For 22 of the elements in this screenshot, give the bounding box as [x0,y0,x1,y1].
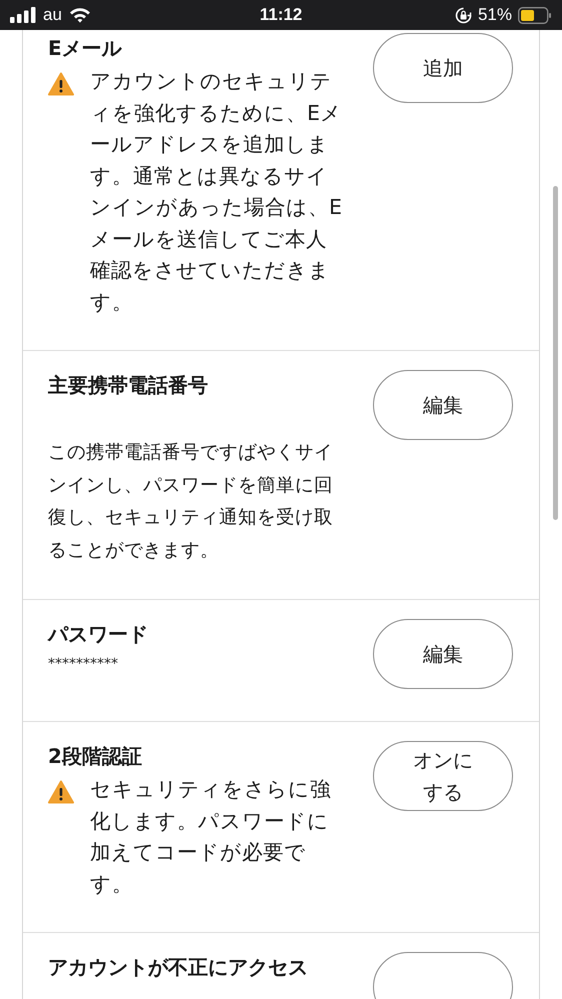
section-title: アカウントが不正にアクセス [48,954,309,981]
section-description: セキュリティをさらに強化します。パスワードに加えてコードが必要です。 [90,776,332,898]
warning-icon [48,780,74,804]
section-title: Eメール [48,35,123,62]
action-button[interactable]: 編集 [373,619,513,689]
battery-icon [518,6,552,24]
carrier-name: au [43,5,62,25]
warning-icon [48,72,74,96]
battery-percent: 51% [478,5,512,25]
clock-time: 11:12 [260,5,302,25]
password-value: ********** [48,655,119,674]
section-description: この携帯電話番号ですばやくサインインし、パスワードを簡単に回復し、セキュリティ通知を受け取ることができます。 [48,441,334,562]
signal-icon [10,7,36,23]
section-title: 2段階認証 [48,743,143,770]
section-title: パスワード [48,621,149,648]
section-description: アカウントのセキュリティを強化するために、Eメールアドレスを追加します。通常とは異なるサインインがあった場合は、Eメールを送信してご本人確認をさせていただきます。 [90,68,342,316]
rotation-lock-icon [454,6,472,24]
wifi-icon [68,7,91,23]
action-button[interactable]: 編集 [373,370,513,440]
action-button[interactable]: オンにする [373,741,513,811]
section-title: 主要携帯電話番号 [48,372,209,399]
action-button[interactable]: 追加 [373,33,513,103]
